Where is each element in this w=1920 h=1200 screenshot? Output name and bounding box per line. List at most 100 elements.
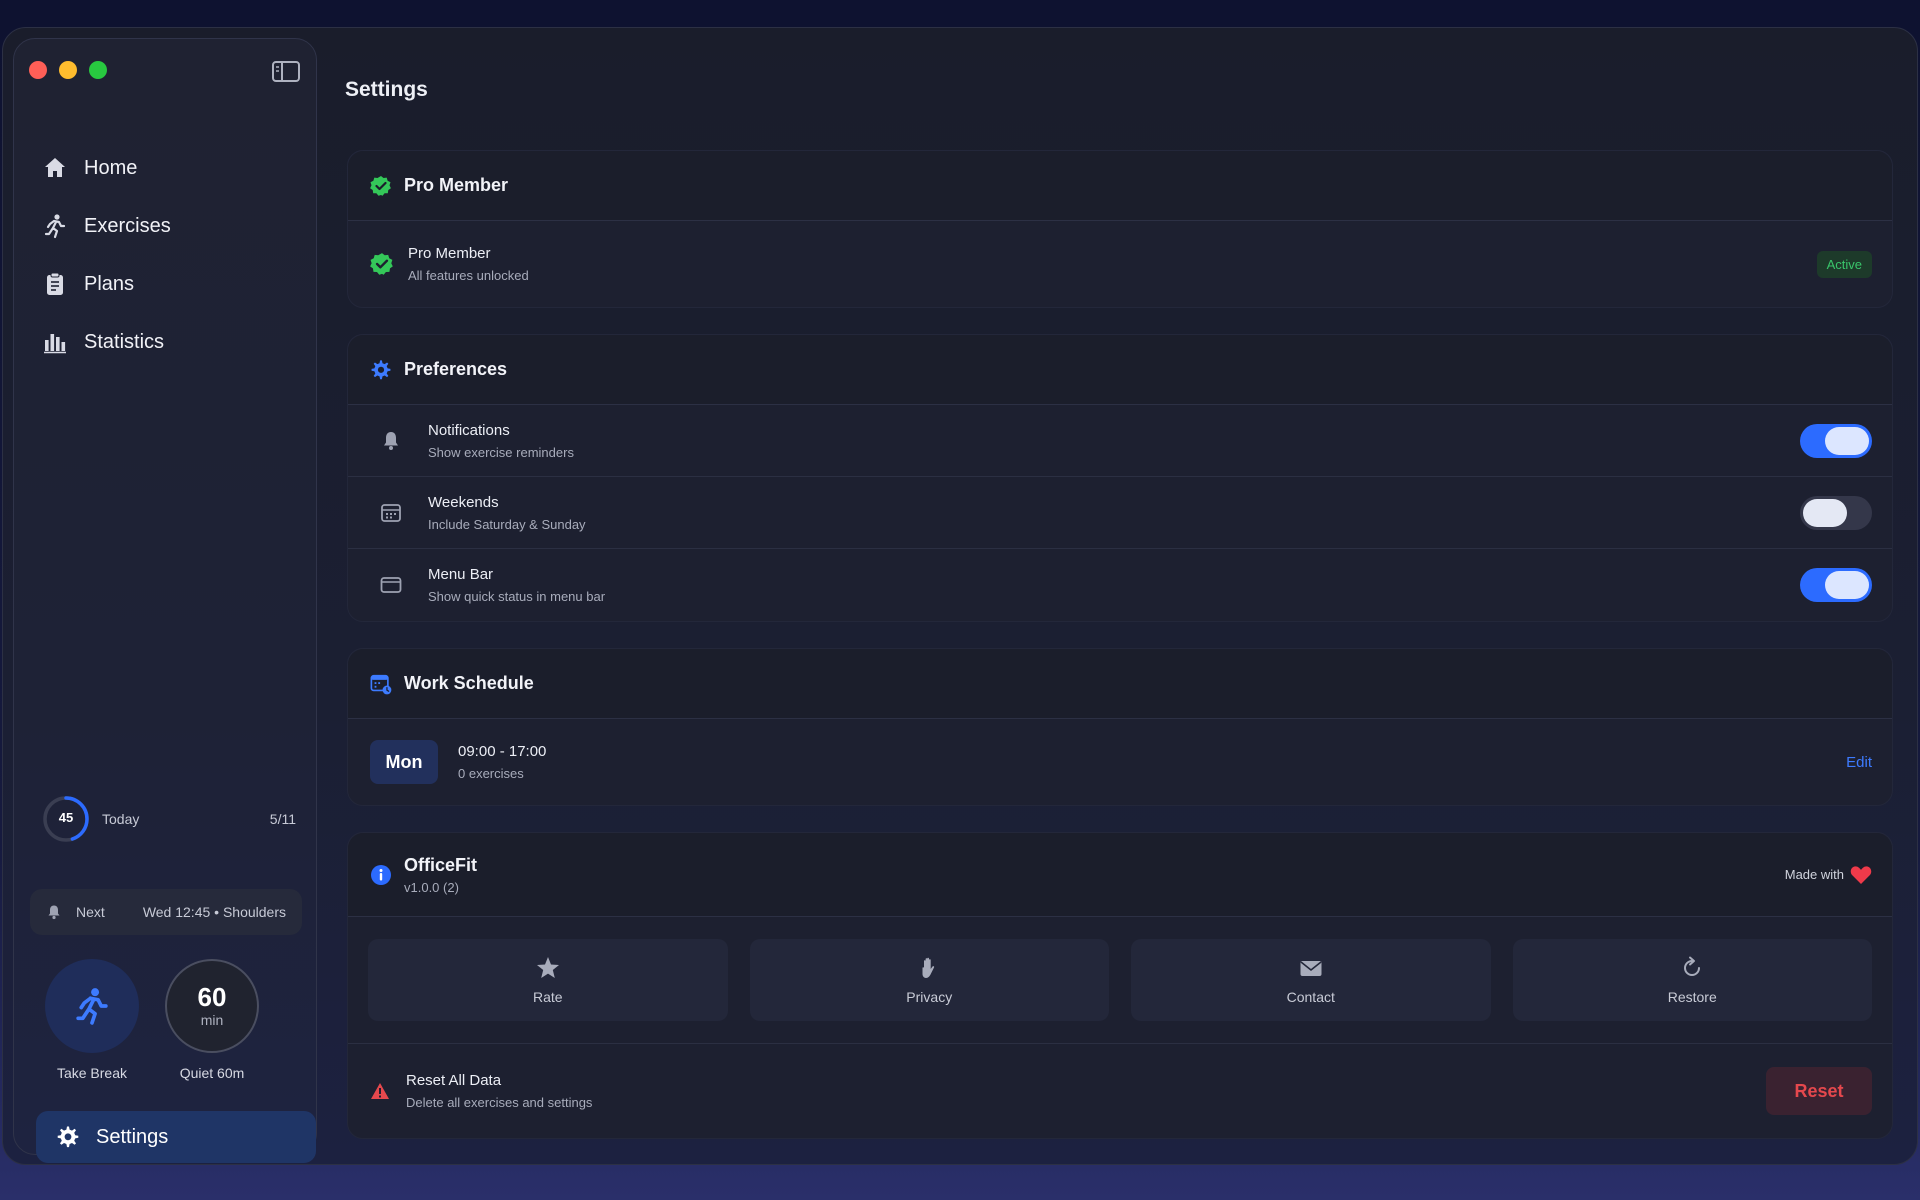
restore-button[interactable]: Restore	[1512, 939, 1872, 1021]
app-window: Home Exercises Plans Statistics 45 Today…	[2, 27, 1918, 1165]
refresh-icon	[1684, 956, 1701, 976]
hand-icon	[922, 957, 935, 978]
work-schedule-card: Work Schedule Mon 09:00 - 17:00 0 exerci…	[347, 648, 1893, 806]
status-badge: Active	[1816, 250, 1872, 278]
schedule-exercises: 0 exercises	[458, 766, 524, 781]
clipboard-icon	[47, 272, 63, 295]
menu-bar-subtitle: Show quick status in menu bar	[428, 589, 606, 604]
weekends-toggle[interactable]	[1800, 495, 1872, 530]
sidebar-item-plans[interactable]: Plans	[42, 255, 171, 313]
menu-bar-title: Menu Bar	[428, 566, 494, 583]
section-title: Pro Member	[404, 175, 509, 195]
preferences-header: Preferences	[348, 335, 1892, 405]
next-label: Next	[76, 904, 105, 920]
weekends-subtitle: Include Saturday & Sunday	[428, 516, 586, 532]
page-title: Settings	[345, 78, 428, 101]
next-value: Wed 12:45 • Shoulders	[142, 904, 286, 920]
settings-content: Pro Member Pro Member All features unloc…	[347, 150, 1893, 1139]
sidebar-item-statistics[interactable]: Statistics	[42, 313, 171, 371]
reset-subtitle: Delete all exercises and settings	[406, 1095, 593, 1110]
calendar-icon	[381, 503, 401, 522]
notifications-subtitle: Show exercise reminders	[428, 444, 574, 460]
star-icon	[536, 957, 559, 978]
today-progress: 45 Today 5/11	[42, 794, 298, 844]
rate-button[interactable]: Rate	[368, 939, 728, 1021]
menu-bar-text: Menu Bar Show quick status in menu bar	[428, 566, 605, 604]
app-name: OfficeFit	[404, 854, 478, 875]
section-title: Work Schedule	[404, 673, 534, 693]
close-window-button[interactable]	[29, 61, 47, 79]
day-badge: Mon	[370, 740, 438, 784]
today-label: Today	[102, 811, 140, 827]
about-header: OfficeFit v1.0.0 (2) Made with	[348, 833, 1892, 917]
take-break-circle	[45, 959, 139, 1053]
warning-icon	[371, 1083, 389, 1099]
app-version: v1.0.0 (2)	[404, 879, 459, 895]
take-break-button[interactable]: Take Break	[44, 959, 140, 1081]
notifications-toggle[interactable]	[1800, 423, 1872, 458]
sidebar-item-label: Plans	[84, 272, 135, 295]
pro-member-text: Pro Member All features unlocked	[408, 245, 529, 283]
today-count: 5/11	[269, 811, 296, 827]
pro-member-title: Pro Member	[408, 245, 491, 262]
weekends-row: Weekends Include Saturday & Sunday	[348, 477, 1892, 549]
reset-row: Reset All Data Delete all exercises and …	[348, 1044, 1892, 1138]
sidebar: Home Exercises Plans Statistics 45 Today…	[13, 38, 317, 1163]
reset-text: Reset All Data Delete all exercises and …	[406, 1072, 592, 1110]
action-label: Rate	[532, 989, 563, 1005]
quiet-mode-button[interactable]: 60 min Quiet 60m	[164, 959, 260, 1081]
pro-member-row: Pro Member All features unlocked Active	[348, 221, 1892, 307]
info-icon	[371, 864, 391, 885]
sidebar-item-label: Statistics	[84, 330, 165, 353]
about-card: OfficeFit v1.0.0 (2) Made with Rate Priv…	[347, 832, 1893, 1139]
contact-button[interactable]: Contact	[1131, 939, 1491, 1021]
action-label: Privacy	[906, 989, 953, 1005]
verified-badge-icon	[370, 175, 391, 196]
weekends-text: Weekends Include Saturday & Sunday	[428, 494, 586, 532]
privacy-button[interactable]: Privacy	[749, 939, 1109, 1021]
take-break-label: Take Break	[56, 1065, 128, 1081]
sidebar-item-home[interactable]: Home	[42, 139, 171, 197]
sidebar-nav: Home Exercises Plans Statistics	[42, 139, 171, 371]
bar-chart-icon	[44, 334, 66, 354]
made-with-label: Made with	[1784, 867, 1844, 882]
bell-icon	[48, 905, 60, 920]
minimize-window-button[interactable]	[59, 61, 77, 79]
heart-icon	[1850, 865, 1872, 884]
reset-button[interactable]: Reset	[1766, 1067, 1872, 1115]
edit-schedule-link[interactable]: Edit	[1846, 754, 1872, 771]
action-label: Restore	[1667, 989, 1717, 1005]
made-with: Made with	[1785, 864, 1892, 886]
notifications-row: Notifications Show exercise reminders	[348, 405, 1892, 477]
quiet-circle: 60 min	[165, 959, 259, 1053]
about-text: OfficeFit v1.0.0 (2)	[404, 855, 477, 895]
quiet-unit: min	[200, 1012, 224, 1028]
bell-icon	[384, 431, 398, 450]
notifications-title: Notifications	[428, 421, 510, 439]
menu-bar-toggle[interactable]	[1800, 568, 1872, 602]
section-title: Preferences	[404, 359, 508, 379]
pro-member-header: Pro Member	[348, 151, 1892, 221]
calendar-clock-icon	[370, 674, 392, 694]
house-icon	[45, 158, 65, 177]
sidebar-item-exercises[interactable]: Exercises	[42, 197, 171, 255]
sidebar-item-label: Exercises	[84, 214, 171, 237]
window-icon	[380, 577, 402, 593]
sidebar-item-settings[interactable]: Settings	[36, 1111, 316, 1163]
running-figure-icon	[76, 988, 108, 1025]
running-figure-icon	[44, 214, 66, 239]
sidebar-toggle-icon[interactable]	[272, 61, 300, 82]
sidebar-item-label: Home	[84, 156, 138, 179]
about-actions: Rate Privacy Contact Restore	[348, 917, 1892, 1044]
verified-badge-icon	[370, 253, 393, 275]
next-reminder: Next Wed 12:45 • Shoulders	[30, 889, 302, 935]
work-schedule-header: Work Schedule	[348, 649, 1892, 719]
quick-actions: Take Break 60 min Quiet 60m	[44, 959, 260, 1081]
menu-bar-row: Menu Bar Show quick status in menu bar	[348, 549, 1892, 621]
reset-title: Reset All Data	[406, 1072, 502, 1089]
gear-icon	[57, 1126, 79, 1148]
zoom-window-button[interactable]	[89, 61, 107, 79]
gear-icon	[371, 359, 391, 379]
schedule-text: 09:00 - 17:00 0 exercises	[458, 743, 546, 781]
action-label: Contact	[1286, 989, 1335, 1005]
